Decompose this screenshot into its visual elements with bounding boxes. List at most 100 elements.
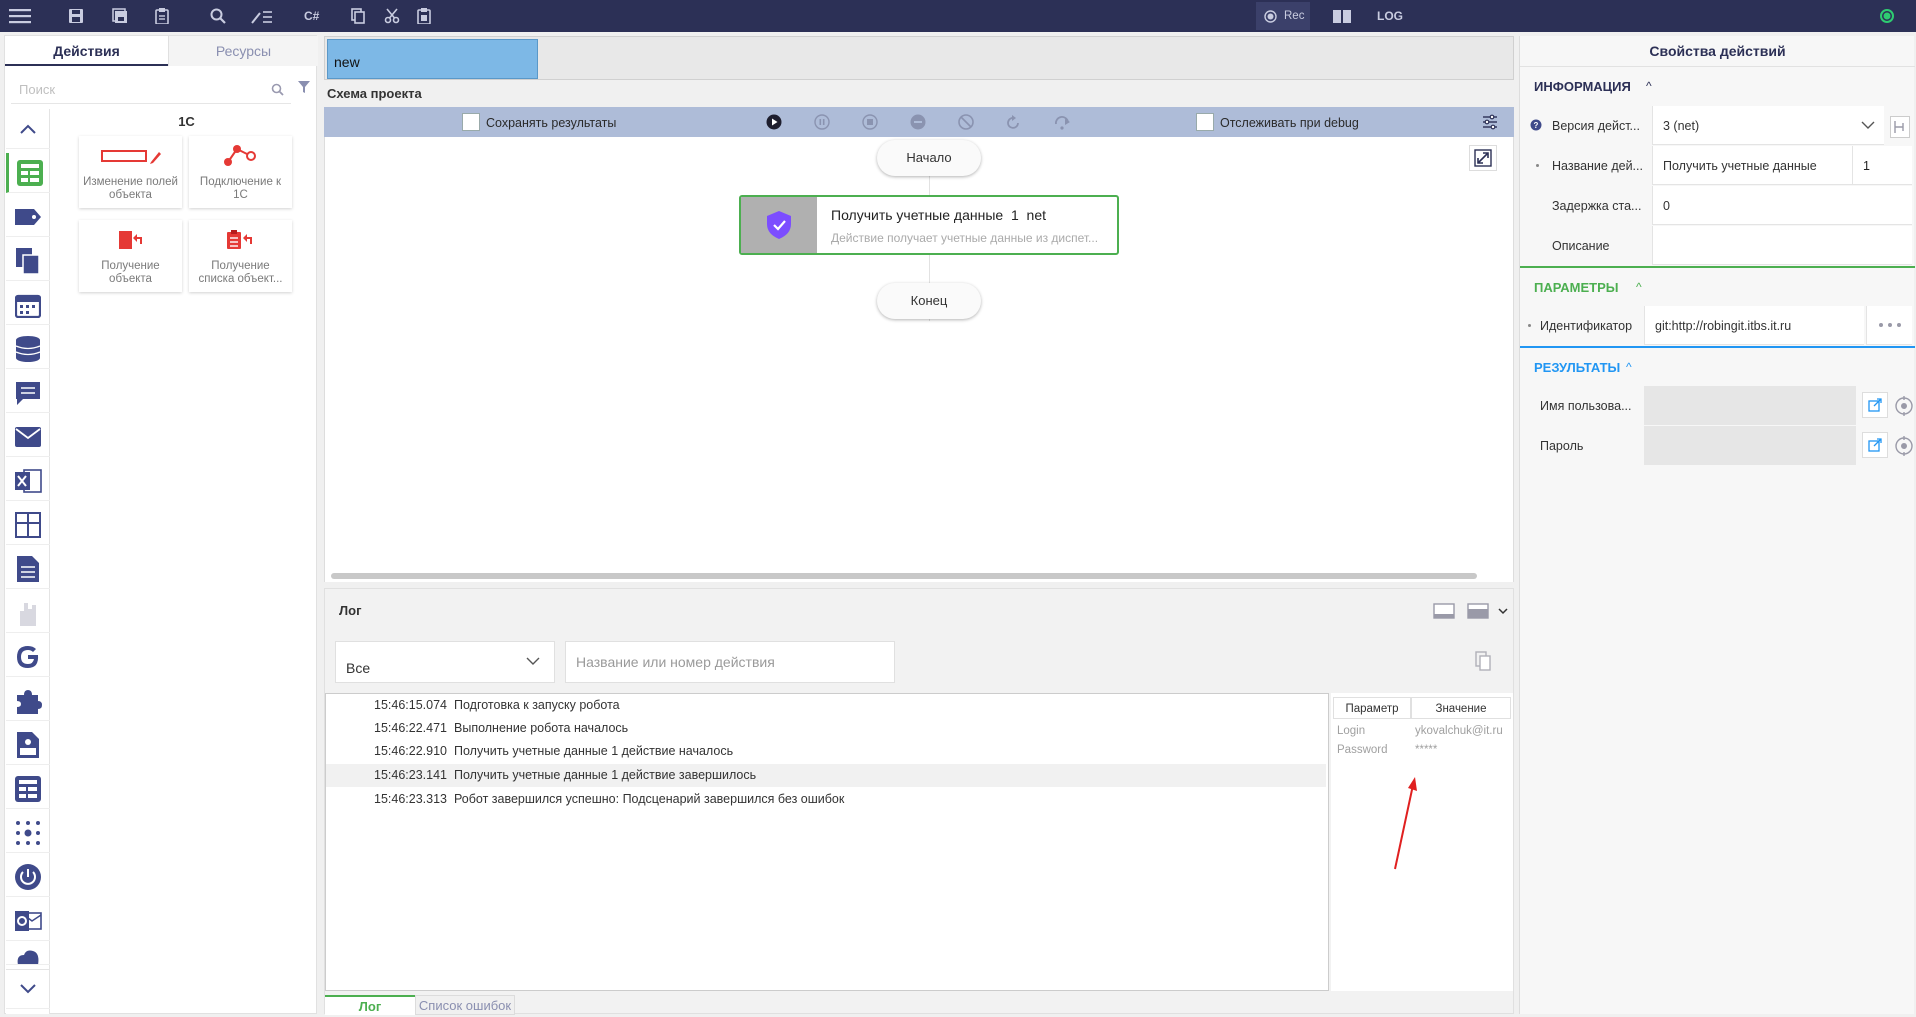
save-results-checkbox[interactable] bbox=[462, 113, 480, 131]
log-search-input[interactable] bbox=[565, 641, 895, 683]
csharp-icon[interactable]: C# bbox=[304, 9, 319, 23]
step-over-icon[interactable] bbox=[1054, 114, 1070, 130]
search-input[interactable] bbox=[19, 78, 259, 100]
tab-actions[interactable]: Действия bbox=[5, 36, 168, 66]
description-field[interactable] bbox=[1652, 226, 1912, 265]
edit-list-icon[interactable] bbox=[250, 4, 274, 28]
filter-icon[interactable] bbox=[297, 80, 311, 94]
log-button[interactable]: LOG bbox=[1377, 9, 1403, 23]
calendar-icon[interactable] bbox=[6, 285, 50, 325]
log-filter-select[interactable]: Все bbox=[335, 641, 555, 683]
tab-new[interactable]: new bbox=[327, 39, 538, 79]
section-params[interactable]: ПАРАМЕТРЫ ^ bbox=[1520, 266, 1915, 304]
debug-track-checkbox[interactable] bbox=[1196, 113, 1214, 131]
identifier-field[interactable]: git:http://robingit.itbs.it.ru bbox=[1644, 306, 1864, 345]
database-icon[interactable] bbox=[6, 329, 50, 369]
layout-bottom-icon[interactable] bbox=[1433, 603, 1455, 619]
excel-icon[interactable] bbox=[6, 461, 50, 501]
name-field[interactable]: Получить учетные данные bbox=[1652, 146, 1852, 185]
username-var-field[interactable] bbox=[1644, 386, 1856, 425]
copy-files-icon[interactable] bbox=[6, 241, 50, 281]
clipboard-icon[interactable] bbox=[150, 4, 174, 28]
help-icon[interactable]: ? bbox=[1530, 119, 1542, 131]
google-icon[interactable] bbox=[6, 637, 50, 677]
prop-row-username: Имя пользова... bbox=[1520, 386, 1915, 426]
name-index-field[interactable]: 1 bbox=[1852, 146, 1912, 185]
prop-label: Пароль bbox=[1540, 439, 1584, 453]
target-icon[interactable] bbox=[1894, 436, 1914, 456]
document-icon[interactable] bbox=[6, 549, 50, 589]
section-results[interactable]: РЕЗУЛЬТАТЫ ^ bbox=[1520, 346, 1915, 384]
paste-icon[interactable] bbox=[412, 4, 436, 28]
cut-icon[interactable] bbox=[380, 4, 404, 28]
puzzle-icon[interactable] bbox=[6, 681, 50, 721]
start-node[interactable]: Начало bbox=[877, 140, 981, 176]
delay-value: 0 bbox=[1663, 199, 1670, 213]
open-variable-icon[interactable] bbox=[1862, 392, 1888, 418]
power-icon[interactable] bbox=[6, 857, 50, 897]
play-icon[interactable] bbox=[766, 114, 782, 130]
expand-canvas-button[interactable] bbox=[1469, 145, 1497, 171]
card-get-list[interactable]: Получение списка объект... bbox=[189, 220, 292, 292]
schema-canvas[interactable]: Начало Получить учетные данные 1 net Дей… bbox=[324, 137, 1514, 582]
search-icon[interactable] bbox=[206, 4, 230, 28]
disable-icon[interactable] bbox=[958, 114, 974, 130]
card-connect-1c[interactable]: Подключение к 1С bbox=[189, 136, 292, 208]
password-var-field[interactable] bbox=[1644, 426, 1856, 465]
end-node[interactable]: Конец bbox=[877, 283, 981, 319]
card-get-object[interactable]: Получение объекта bbox=[79, 220, 182, 292]
action-node[interactable]: Получить учетные данные 1 net Действие п… bbox=[739, 195, 1119, 255]
table-icon[interactable] bbox=[6, 153, 50, 193]
hand-icon[interactable] bbox=[6, 593, 50, 633]
book-icon[interactable] bbox=[1330, 4, 1354, 28]
version-action-button[interactable] bbox=[1890, 116, 1910, 138]
identifier-more-button[interactable] bbox=[1866, 306, 1912, 345]
log-row[interactable]: 15:46:22.471 Выполнение робота началось bbox=[326, 717, 1326, 740]
tab-resources[interactable]: Ресурсы bbox=[168, 36, 318, 66]
menu-icon[interactable] bbox=[8, 4, 32, 28]
cloud-icon[interactable] bbox=[6, 945, 50, 965]
chat-icon[interactable] bbox=[6, 373, 50, 413]
stop-icon[interactable] bbox=[862, 114, 878, 130]
tab-error-list[interactable]: Список ошибок bbox=[415, 995, 515, 1015]
tab-log[interactable]: Лог bbox=[325, 995, 415, 1015]
tag-icon[interactable] bbox=[6, 197, 50, 237]
target-icon[interactable] bbox=[1894, 396, 1914, 416]
dots-icon[interactable] bbox=[6, 813, 50, 853]
card-edit-fields[interactable]: Изменение полей объекта bbox=[79, 136, 182, 208]
log-row[interactable]: 15:46:22.910 Получить учетные данные 1 д… bbox=[326, 740, 1326, 763]
identifier-value: git:http://robingit.itbs.it.ru bbox=[1655, 319, 1792, 333]
restart-icon[interactable] bbox=[1006, 114, 1022, 130]
log-row[interactable]: 15:46:15.074 Подготовка к запуску робота bbox=[326, 694, 1326, 717]
pause-icon[interactable] bbox=[814, 114, 830, 130]
log-row[interactable]: 15:46:23.313 Робот завершился успешно: П… bbox=[326, 788, 1326, 811]
save-icon[interactable] bbox=[64, 4, 88, 28]
param-name: Login bbox=[1337, 725, 1366, 737]
settings-sliders-icon[interactable] bbox=[1482, 114, 1498, 130]
log-list[interactable]: 15:46:15.074 Подготовка к запуску робота… bbox=[325, 693, 1329, 991]
layout-split-icon[interactable] bbox=[1467, 603, 1489, 619]
log-row-selected[interactable]: 15:46:23.141 Получить учетные данные 1 д… bbox=[326, 764, 1326, 787]
mail-icon[interactable] bbox=[6, 417, 50, 457]
save-all-icon[interactable] bbox=[108, 4, 132, 28]
version-select[interactable]: 3 (net) bbox=[1652, 106, 1884, 145]
chevron-down-icon[interactable] bbox=[6, 969, 50, 1009]
table2-icon[interactable] bbox=[6, 769, 50, 809]
copy-icon[interactable] bbox=[1475, 651, 1491, 671]
abort-icon[interactable] bbox=[910, 114, 926, 130]
grid-icon[interactable] bbox=[6, 505, 50, 545]
record-button[interactable]: Rec bbox=[1256, 2, 1310, 30]
search-icon[interactable] bbox=[271, 83, 284, 96]
bullet bbox=[1528, 324, 1531, 327]
outlook-icon[interactable] bbox=[6, 901, 50, 941]
open-variable-icon[interactable] bbox=[1862, 432, 1888, 458]
delay-field[interactable]: 0 bbox=[1652, 186, 1912, 225]
json-icon[interactable] bbox=[6, 725, 50, 765]
node-title: Получить учетные данные 1 net bbox=[831, 207, 1046, 223]
section-results-title: РЕЗУЛЬТАТЫ bbox=[1534, 360, 1621, 375]
section-info[interactable]: ИНФОРМАЦИЯ ^ bbox=[1520, 66, 1915, 104]
chevron-up-icon[interactable] bbox=[6, 109, 50, 149]
horizontal-scrollbar[interactable] bbox=[331, 573, 1477, 579]
copy-icon[interactable] bbox=[346, 4, 370, 28]
chevron-down-icon[interactable] bbox=[1498, 607, 1508, 615]
